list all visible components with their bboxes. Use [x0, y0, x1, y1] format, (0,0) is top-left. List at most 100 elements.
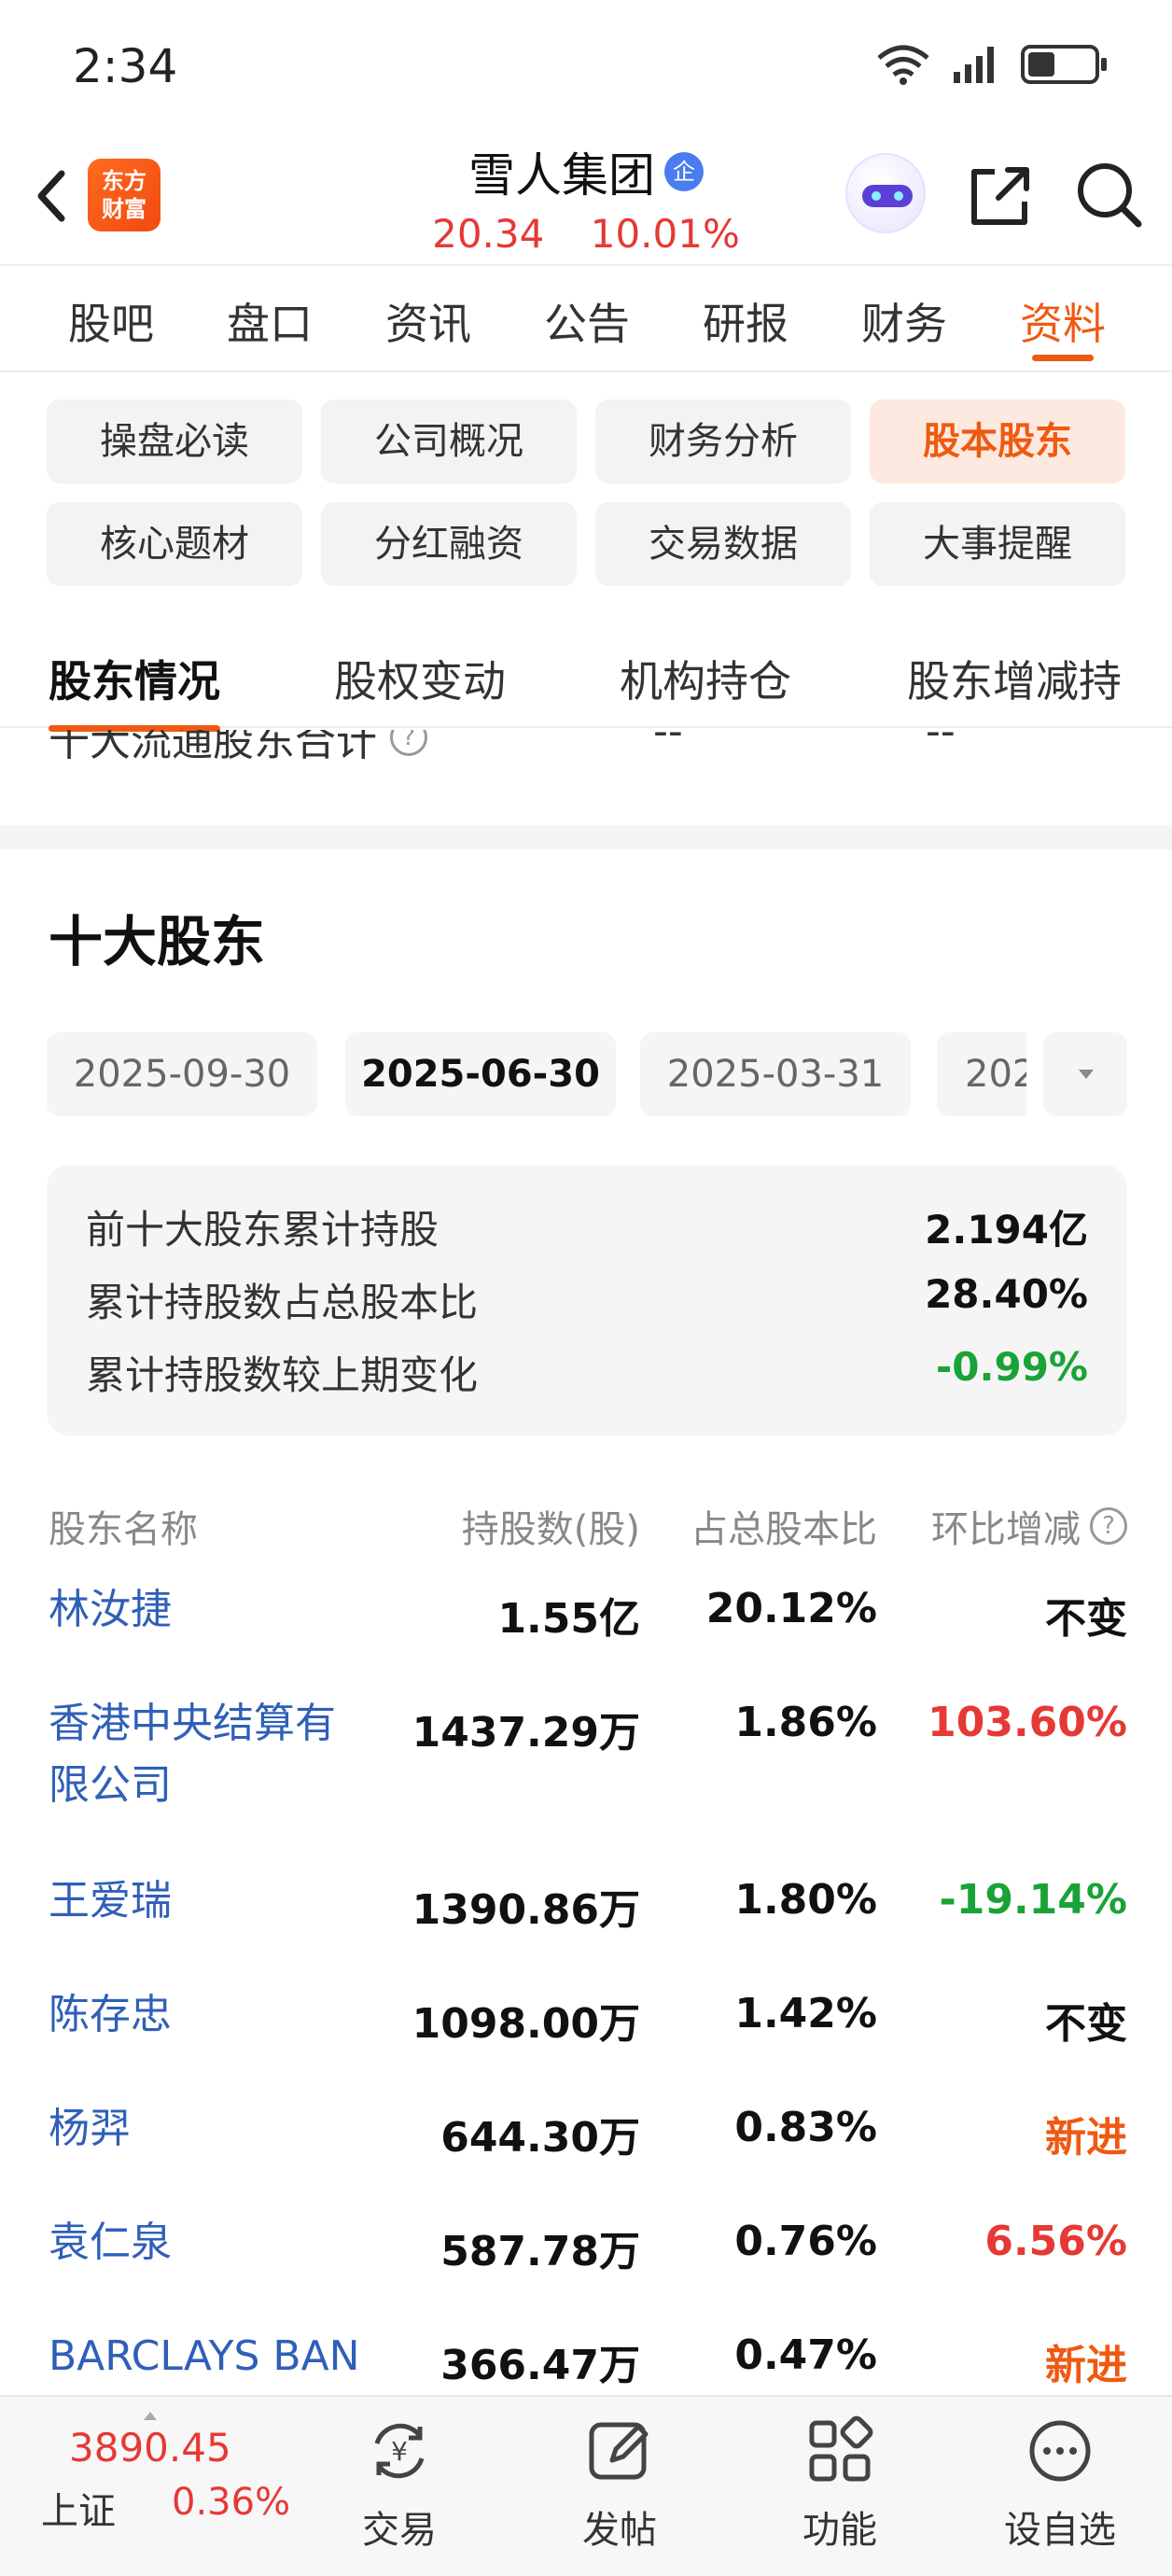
- summary-row: 累计持股数占总股本比 28.40%: [86, 1271, 1088, 1344]
- stock-price: 20.34: [432, 211, 545, 257]
- nav-functions-label: 功能: [802, 2509, 877, 2552]
- subtab-dividends[interactable]: 分红融资: [321, 502, 577, 586]
- edit-post-icon: [589, 2422, 649, 2480]
- tab-guba[interactable]: 股吧: [32, 268, 190, 371]
- help-icon[interactable]: ?: [1090, 1507, 1127, 1545]
- holder-change: 新进: [1045, 2342, 1127, 2389]
- holder-change: 新进: [1045, 2114, 1127, 2162]
- subtab-core-themes[interactable]: 核心题材: [47, 502, 302, 586]
- col-holder-name: 股东名称: [49, 1508, 198, 1551]
- holder-change: 不变: [1045, 2000, 1127, 2048]
- expand-up-icon: [144, 2412, 157, 2420]
- holder-shares: 1437.29万: [412, 1709, 640, 1757]
- float-holders-total-row: 十大流通股东合计 ? -- --: [0, 730, 1172, 823]
- status-bar: 2:34: [0, 0, 1172, 131]
- holder-change: 6.56%: [984, 2218, 1127, 2265]
- search-icon[interactable]: [1073, 159, 1144, 230]
- status-icons: [875, 43, 1107, 86]
- subtab-events[interactable]: 大事提醒: [870, 502, 1125, 586]
- nav-post-label: 发帖: [582, 2509, 657, 2552]
- float-holders-value-2: --: [926, 730, 956, 755]
- col-change-label: 环比增减: [931, 1508, 1081, 1551]
- holder-change: 不变: [1045, 1595, 1127, 1643]
- nav-trade-label: 交易: [362, 2509, 437, 2552]
- date-tab-2[interactable]: 2025-06-30: [345, 1032, 616, 1116]
- col-shares: 持股数(股): [461, 1508, 640, 1551]
- tab-news[interactable]: 资讯: [349, 268, 508, 371]
- profile-subtabs: 操盘必读 公司概况 财务分析 股本股东 核心题材 分红融资 交易数据 大事提醒: [47, 399, 1127, 586]
- summary-value: -0.99%: [935, 1344, 1088, 1390]
- holder-name[interactable]: 袁仁泉: [49, 2212, 375, 2274]
- float-holders-total-label: 十大流通股东合计: [49, 730, 377, 765]
- holder-name[interactable]: BARCLAYS BAN: [49, 2326, 422, 2387]
- subtab-shareholders[interactable]: 股本股东: [870, 399, 1125, 483]
- holder-name[interactable]: 林汝捷: [49, 1579, 375, 1641]
- signal-icon: [954, 47, 994, 83]
- tab-profile[interactable]: 资料: [984, 268, 1142, 371]
- holder-shares: 366.47万: [440, 2342, 640, 2389]
- holder-name[interactable]: 王爱瑞: [49, 1870, 375, 1932]
- date-tab-1[interactable]: 2025-09-30: [47, 1032, 317, 1116]
- holder-shares: 1.55亿: [497, 1595, 640, 1643]
- wifi-icon: [877, 45, 929, 85]
- tab-institution-holdings[interactable]: 机构持仓: [620, 648, 791, 709]
- svg-text:¥: ¥: [391, 2436, 408, 2467]
- nav-post[interactable]: 发帖: [545, 2415, 694, 2554]
- holder-name[interactable]: 杨羿: [49, 2098, 375, 2160]
- nav-add-watchlist-label: 设自选: [1004, 2509, 1116, 2552]
- status-time: 2:34: [73, 39, 178, 93]
- enterprise-badge-icon: 企: [664, 152, 704, 191]
- section-divider: [0, 825, 1172, 849]
- tab-equity-changes[interactable]: 股权变动: [334, 648, 506, 709]
- index-value: 3890.45: [69, 2425, 231, 2471]
- holder-name[interactable]: 陈存忠: [49, 1984, 375, 2046]
- summary-label: 累计持股数较上期变化: [86, 1352, 479, 1398]
- index-change-pct: 0.36%: [172, 2481, 291, 2524]
- holder-change: -19.14%: [939, 1876, 1127, 1924]
- top-ten-title: 十大股东: [49, 910, 266, 973]
- summary-value: 28.40%: [925, 1271, 1088, 1317]
- trade-yuan-icon: ¥: [374, 2423, 425, 2479]
- tab-research[interactable]: 研报: [666, 268, 825, 371]
- date-tab-4[interactable]: 202: [937, 1032, 1026, 1116]
- holder-shares: 1390.86万: [412, 1886, 640, 1934]
- summary-row: 累计持股数较上期变化 -0.99%: [86, 1344, 1088, 1417]
- col-change: 环比增减 ?: [931, 1499, 1127, 1553]
- tab-announcements[interactable]: 公告: [508, 268, 666, 371]
- battery-icon: [1021, 45, 1107, 84]
- subtab-financial-analysis[interactable]: 财务分析: [595, 399, 851, 483]
- tab-holding-changes[interactable]: 股东增减持: [907, 648, 1122, 709]
- help-icon[interactable]: ?: [390, 730, 427, 756]
- subtab-trading-data[interactable]: 交易数据: [595, 502, 851, 586]
- tab-pankou[interactable]: 盘口: [190, 268, 349, 371]
- holder-ratio: 0.76%: [734, 2218, 877, 2265]
- nav-add-watchlist[interactable]: 设自选: [985, 2415, 1135, 2554]
- summary-label: 前十大股东累计持股: [86, 1207, 440, 1253]
- summary-value: 2.194亿: [925, 1207, 1088, 1253]
- nav-trade[interactable]: ¥ 交易: [325, 2415, 474, 2554]
- subtab-company-overview[interactable]: 公司概况: [321, 399, 577, 483]
- date-tab-3[interactable]: 2025-03-31: [640, 1032, 911, 1116]
- holder-shares: 644.30万: [440, 2114, 640, 2162]
- holder-name[interactable]: 香港中央结算有限公司: [49, 1693, 375, 1816]
- holder-ratio: 1.42%: [734, 1990, 877, 2037]
- holder-ratio: 1.80%: [734, 1876, 877, 1924]
- tab-finance[interactable]: 财务: [825, 268, 984, 371]
- summary-row: 前十大股东累计持股 2.194亿: [86, 1198, 1088, 1271]
- date-dropdown-icon[interactable]: [1043, 1032, 1127, 1116]
- subtab-trading-guide[interactable]: 操盘必读: [47, 399, 302, 483]
- tab-shareholder-overview[interactable]: 股东情况: [49, 648, 220, 732]
- shareholder-table-header: 股东名称 持股数(股) 占总股本比 环比增减 ?: [49, 1499, 1127, 1555]
- ai-assistant-icon[interactable]: [845, 153, 926, 233]
- float-holders-value-1: --: [653, 730, 683, 755]
- holder-shares: 1098.00万: [412, 2000, 640, 2048]
- more-dots-icon: [1029, 2420, 1091, 2482]
- nav-functions[interactable]: 功能: [765, 2415, 914, 2554]
- stock-name: 雪人集团: [468, 148, 655, 203]
- holder-change: 103.60%: [928, 1699, 1127, 1746]
- holder-shares: 587.78万: [440, 2228, 640, 2275]
- holder-ratio: 0.83%: [734, 2104, 877, 2151]
- share-icon[interactable]: [967, 162, 1034, 230]
- holder-ratio: 1.86%: [734, 1699, 877, 1746]
- market-index-ticker[interactable]: 3890.45 上证 0.36%: [41, 2412, 293, 2555]
